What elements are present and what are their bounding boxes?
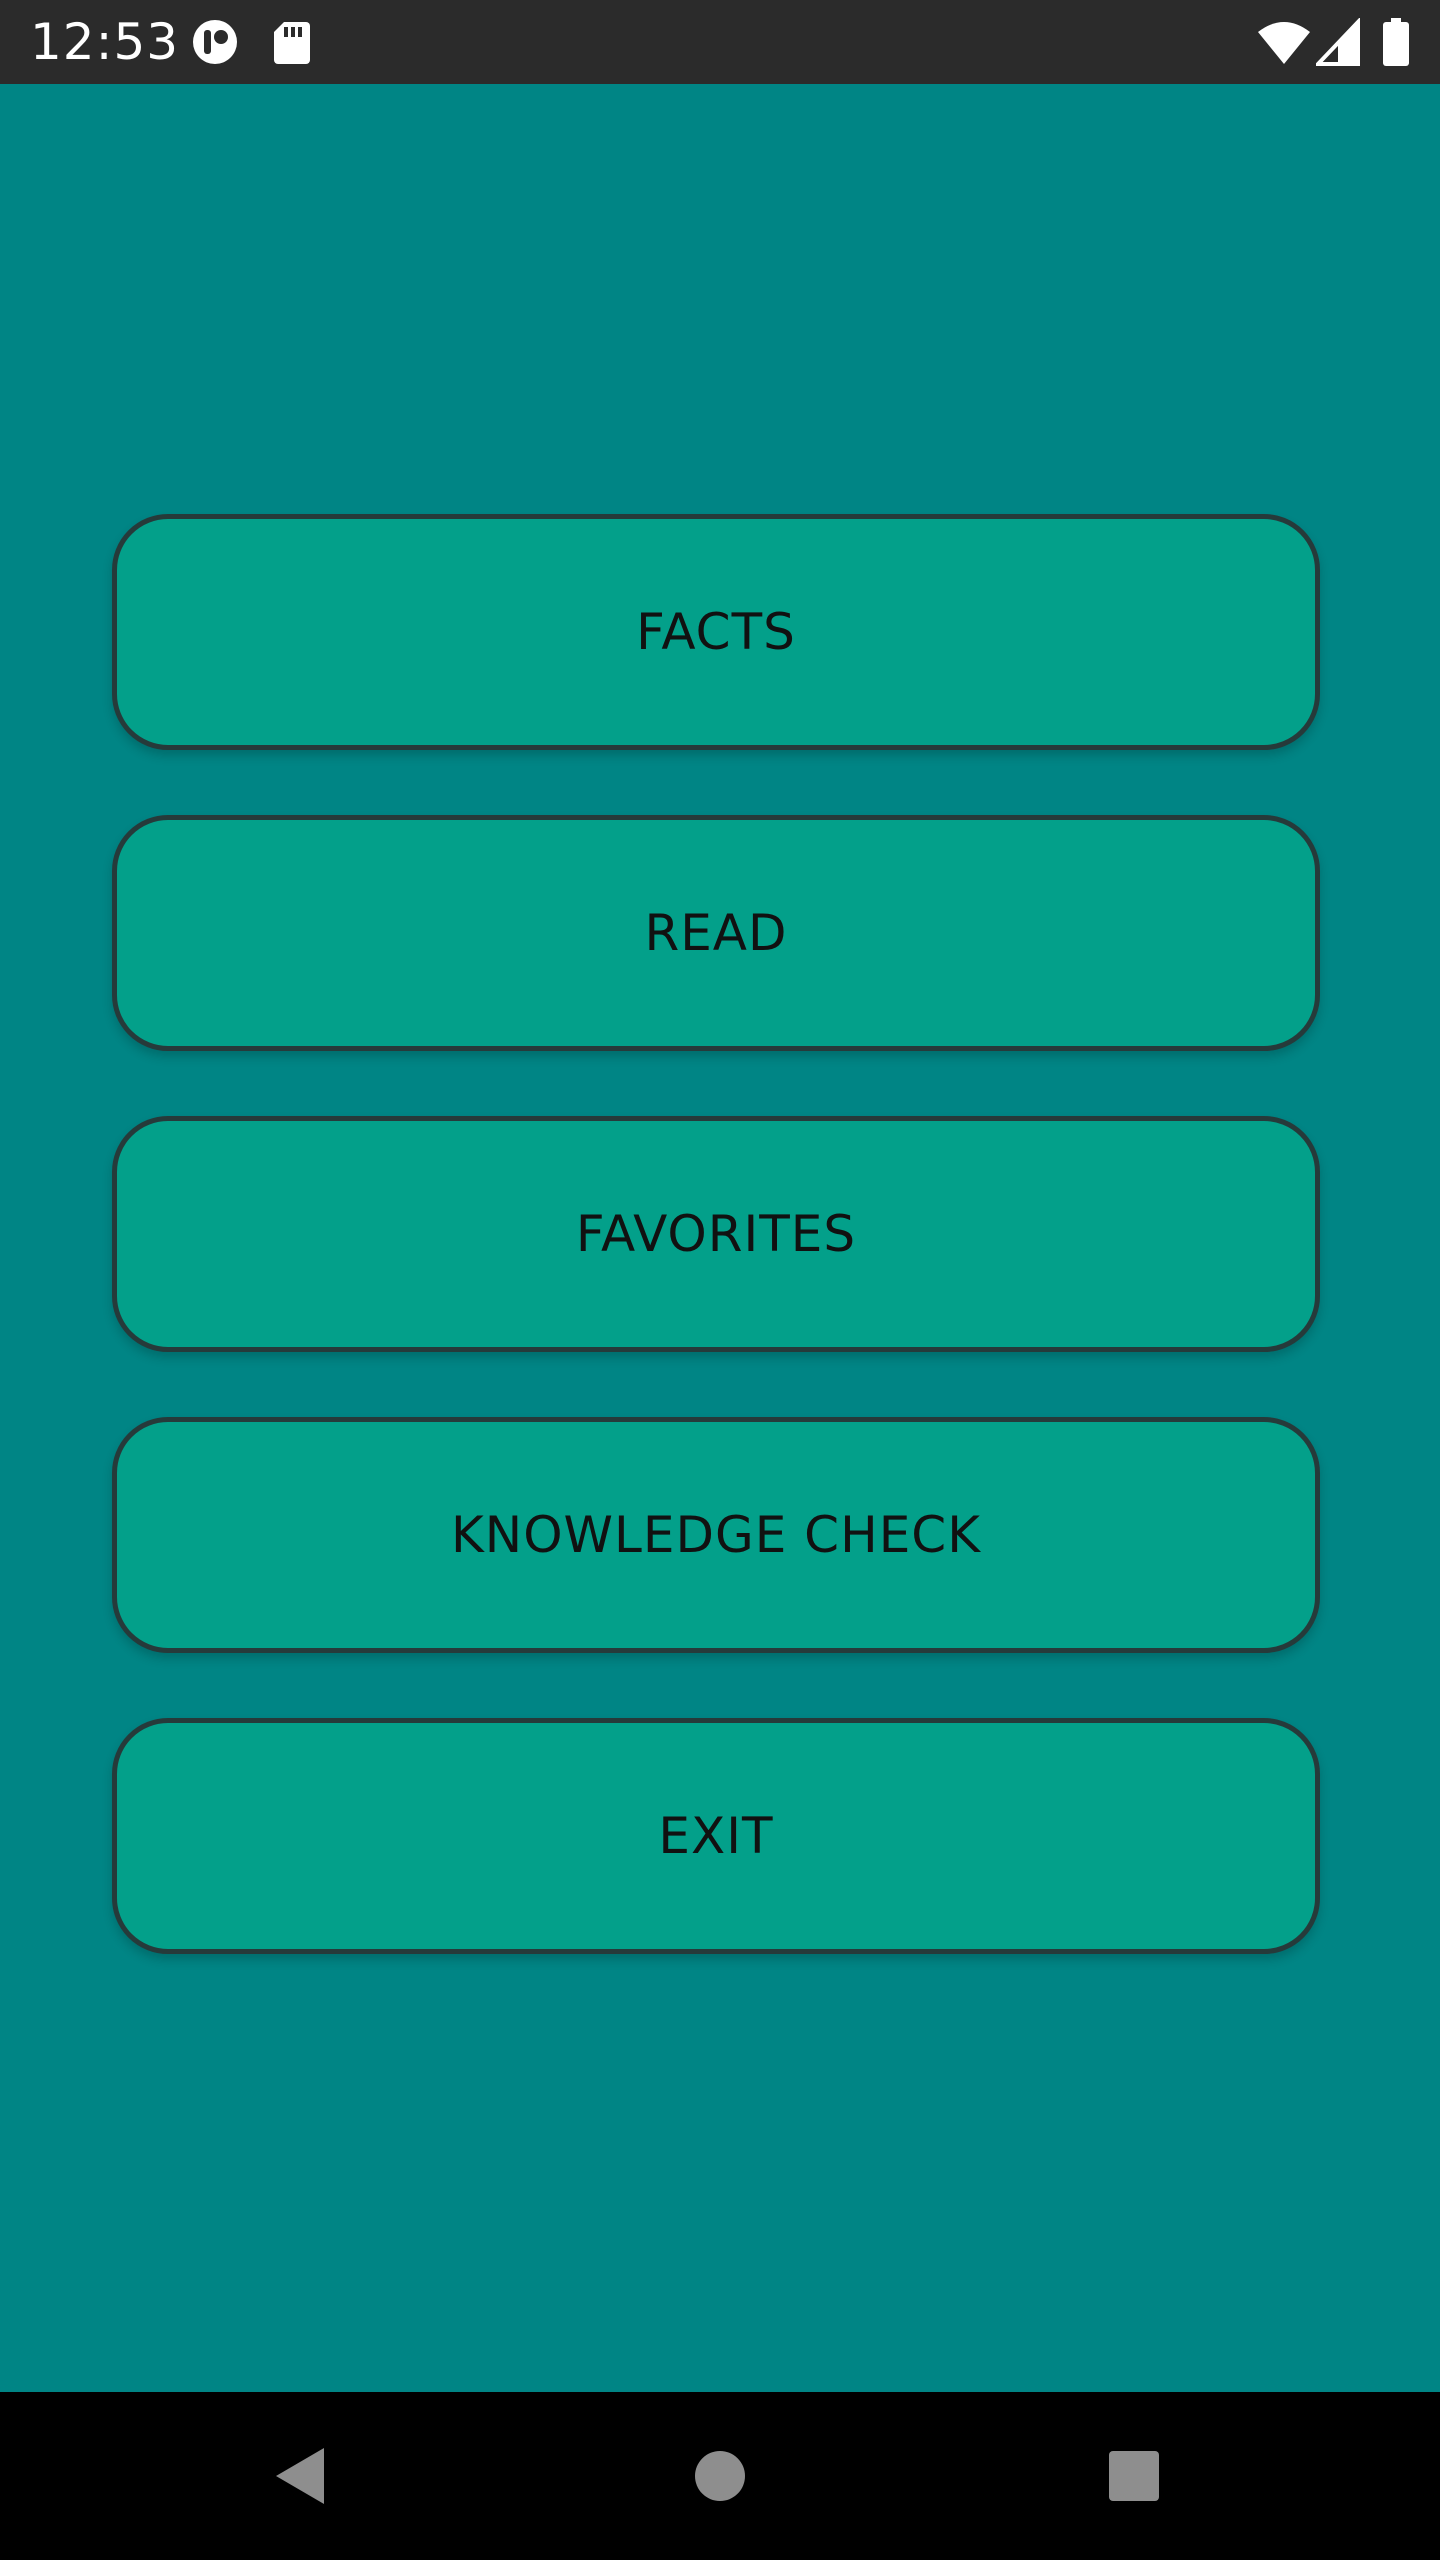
status-bar: 12:53: [0, 0, 1440, 84]
main-menu: FACTS READ FAVORITES KNOWLEDGE CHECK EXI…: [0, 84, 1440, 2392]
back-icon: [276, 2448, 324, 2504]
exit-button-label: EXIT: [658, 1807, 774, 1865]
home-button[interactable]: [636, 2392, 804, 2560]
app-screen: 12:53 FACTS READ FAVORITES KNOWLEDGE CHE…: [0, 0, 1440, 2560]
exit-button[interactable]: EXIT: [112, 1718, 1320, 1954]
battery-icon: [1382, 18, 1410, 66]
back-button[interactable]: [216, 2392, 384, 2560]
sd-card-icon: [272, 18, 312, 66]
recents-icon: [1109, 2451, 1159, 2501]
cell-signal-icon: [1313, 17, 1360, 66]
recents-button[interactable]: [1050, 2392, 1218, 2560]
status-time: 12:53: [30, 13, 180, 71]
facts-button[interactable]: FACTS: [112, 514, 1320, 750]
read-button[interactable]: READ: [112, 815, 1320, 1051]
home-icon: [695, 2451, 745, 2501]
wifi-icon: [1256, 18, 1312, 66]
read-button-label: READ: [644, 904, 788, 962]
app-notification-icon: [190, 18, 240, 66]
favorites-button[interactable]: FAVORITES: [112, 1116, 1320, 1352]
facts-button-label: FACTS: [636, 603, 796, 661]
knowledge-check-button-label: KNOWLEDGE CHECK: [451, 1506, 981, 1564]
knowledge-check-button[interactable]: KNOWLEDGE CHECK: [112, 1417, 1320, 1653]
favorites-button-label: FAVORITES: [575, 1205, 857, 1263]
navigation-bar: [0, 2392, 1440, 2560]
